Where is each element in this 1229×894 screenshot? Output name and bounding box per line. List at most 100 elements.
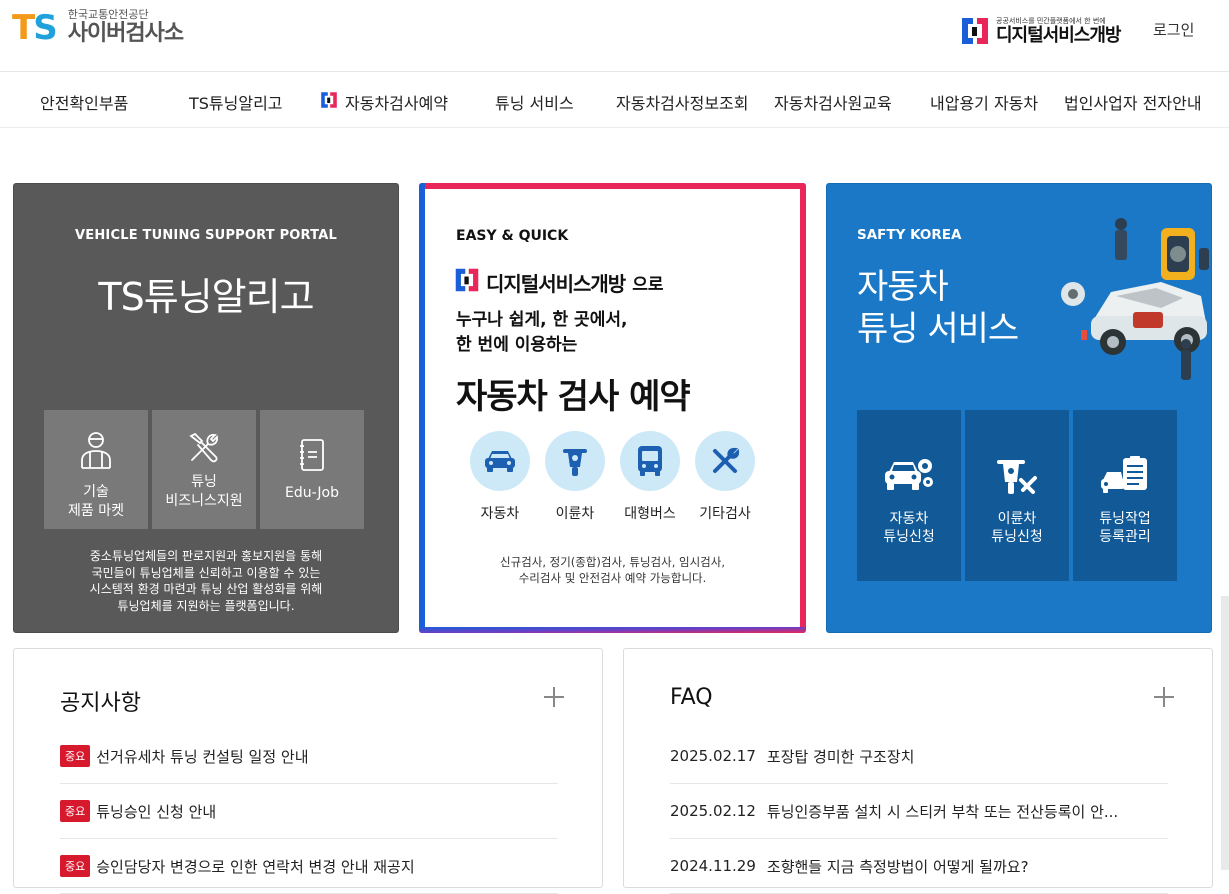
- tile-label-line2: 튜닝신청: [883, 529, 935, 545]
- important-badge: 중요: [60, 800, 91, 822]
- digital-service-bracket-icon: [960, 16, 990, 46]
- service-bus[interactable]: 대형버스: [619, 431, 681, 523]
- car-icon: [470, 431, 530, 491]
- nav-item-safety-parts[interactable]: 안전확인부품: [40, 90, 128, 114]
- logo-letter-t: T: [12, 7, 35, 48]
- card-tagline-1: 누구나 쉽게, 한 곳에서,: [456, 310, 628, 330]
- card-description: 중소튜닝업체들의 판로지원과 홍보지원을 통해 국민들이 튜닝업체를 신뢰하고 …: [14, 548, 398, 614]
- tile-car-tuning-apply[interactable]: 자동차 튜닝신청: [857, 410, 961, 581]
- notice-row[interactable]: 중요 튜닝승인 신청 안내: [60, 784, 558, 839]
- nav-label: 안전확인부품: [40, 94, 129, 113]
- ts-tuning-card[interactable]: VEHICLE TUNING SUPPORT PORTAL TS튜닝알리고 기술…: [13, 183, 399, 633]
- important-badge: 중요: [60, 745, 91, 767]
- nav-label: TS튜닝알리고: [189, 94, 283, 113]
- nav-item-inspection-info[interactable]: 자동차검사정보조회: [616, 90, 748, 114]
- faq-date: 2024.11.29: [670, 857, 756, 875]
- nav-item-pressure-vessel[interactable]: 내압용기 자동차: [930, 90, 1038, 114]
- notice-row[interactable]: 중요 선거유세차 튜닝 컨설팅 일정 안내: [60, 729, 558, 784]
- faq-row[interactable]: 2025.02.12 튜닝인증부품 설치 시 스티커 부착 또는 전산등록이 안…: [670, 784, 1168, 839]
- card-title-line1: 자동차: [857, 267, 949, 307]
- tile-label-line2: 등록관리: [1099, 529, 1151, 545]
- service-label: 자동차: [480, 506, 520, 522]
- notice-row[interactable]: 중요 승인담당자 변경으로 인한 연락처 변경 안내 재공지: [60, 839, 558, 894]
- tile-label-line1: 튜닝작업: [1099, 511, 1151, 527]
- card-title: 자동차 검사 예약: [456, 377, 691, 417]
- card-title-line2: 튜닝 서비스: [857, 309, 1019, 349]
- card-desc-line: 튜닝업체를 지원하는 플랫폼입니다.: [117, 598, 295, 613]
- nav-item-tuning-service[interactable]: 튜닝 서비스: [495, 90, 574, 114]
- tile-label-line1: 튜닝: [191, 474, 217, 490]
- notice-more-plus-icon[interactable]: [544, 687, 564, 707]
- faq-board: FAQ 2025.02.17 포장탑 경미한 구조장치 2025.02.12 튜…: [623, 648, 1213, 894]
- logo-title: 사이버검사소: [67, 21, 184, 46]
- nav-label: 튜닝 서비스: [495, 94, 574, 113]
- digital-service-text: 공공서비스를 민간플랫폼에서 한 번에 디지털서비스개방: [996, 17, 1121, 46]
- digital-service-open-logo[interactable]: 공공서비스를 민간플랫폼에서 한 번에 디지털서비스개방: [960, 16, 1121, 46]
- logo-subtitle: 한국교통안전공단: [67, 8, 149, 21]
- tile-tuning-business[interactable]: 튜닝비즈니스지원: [152, 410, 256, 529]
- important-badge: 중요: [60, 855, 91, 877]
- car-gear-icon: [857, 456, 961, 496]
- card-tagline-2: 한 번에 이용하는: [456, 335, 578, 355]
- tile-label-line1: 기술: [83, 484, 109, 500]
- service-car[interactable]: 자동차: [469, 431, 531, 523]
- car-repair-illustration: [1061, 218, 1209, 380]
- car-checklist-icon: [1073, 456, 1177, 498]
- faq-text: 조향핸들 지금 측정방법이 어떻게 될까요?: [766, 857, 1029, 876]
- card-title: TS튜닝알리고: [98, 275, 314, 319]
- tuning-service-card[interactable]: SAFTY KOREA 자동차 튜닝 서비스 자동차 튜닝신청 이륜차 튜닝신청…: [826, 183, 1212, 633]
- login-link[interactable]: 로그인: [1153, 19, 1194, 40]
- nav-item-ts-tuning[interactable]: TS튜닝알리고: [189, 90, 283, 114]
- tile-label-line2: 제품 마켓: [68, 503, 124, 519]
- page-scrollbar[interactable]: [1221, 596, 1229, 870]
- main-nav: 안전확인부품 TS튜닝알리고 자동차검사예약 튜닝 서비스 자동차검사정보조회 …: [0, 72, 1229, 128]
- notice-text: 튜닝승인 신청 안내: [96, 802, 217, 821]
- service-motorcycle[interactable]: 이륜차: [544, 431, 606, 523]
- notice-text: 선거유세차 튜닝 컨설팅 일정 안내: [96, 747, 309, 766]
- faq-date: 2025.02.12: [670, 802, 756, 820]
- notebook-icon: [260, 438, 364, 472]
- tile-tech-market[interactable]: 기술제품 마켓: [44, 410, 148, 529]
- nav-item-corporate-notice[interactable]: 법인사업자 전자안내: [1064, 90, 1202, 114]
- digital-service-brand: 디지털서비스개방 으로: [454, 267, 663, 297]
- nav-item-inspection-reservation[interactable]: 자동차검사예약: [320, 90, 448, 114]
- card-desc-line: 중소튜닝업체들의 판로지원과 홍보지원을 통해: [89, 549, 323, 563]
- nav-label: 자동차검사정보조회: [616, 94, 749, 113]
- site-logo[interactable]: TS 한국교통안전공단 사이버검사소: [12, 7, 184, 48]
- tile-tuning-work-register[interactable]: 튜닝작업등록관리: [1073, 410, 1177, 581]
- card-description: 신규검사, 정기(종합)검사, 튜닝검사, 임시검사, 수리검사 및 안전검사 …: [419, 555, 806, 586]
- faq-title: FAQ: [670, 685, 713, 710]
- worker-icon: [44, 430, 148, 470]
- tile-label: 이륜차튜닝신청: [965, 510, 1069, 546]
- nav-item-inspector-education[interactable]: 자동차검사원교육: [774, 90, 892, 114]
- faq-text: 포장탑 경미한 구조장치: [766, 747, 915, 766]
- tile-motorcycle-tuning-apply[interactable]: 이륜차튜닝신청: [965, 410, 1069, 581]
- tile-edu-job[interactable]: Edu-Job: [260, 410, 364, 529]
- logo-text: 한국교통안전공단 사이버검사소: [67, 8, 184, 47]
- brand-suffix: 으로: [632, 274, 664, 295]
- faq-date: 2025.02.17: [670, 747, 756, 765]
- card-desc-line: 수리검사 및 안전검사 예약 가능합니다.: [518, 570, 707, 585]
- faq-row[interactable]: 2025.02.17 포장탑 경미한 구조장치: [670, 729, 1168, 784]
- faq-more-plus-icon[interactable]: [1154, 687, 1174, 707]
- service-label: 대형버스: [624, 506, 676, 522]
- motorcycle-tool-icon: [965, 456, 1069, 500]
- tile-label-line2: 비즈니스지원: [165, 493, 243, 509]
- tile-label-line1: 이륜차: [997, 511, 1037, 527]
- service-label: 기타검사: [699, 506, 751, 522]
- faq-text: 튜닝인증부품 설치 시 스티커 부착 또는 전산등록이 안...: [766, 802, 1119, 821]
- card-eyebrow: VEHICLE TUNING SUPPORT PORTAL: [75, 228, 337, 243]
- nav-label: 자동차검사예약: [345, 94, 449, 113]
- service-other[interactable]: 기타검사: [694, 431, 756, 523]
- tile-label: 자동차 튜닝신청: [857, 510, 961, 546]
- service-label: 이륜차: [555, 506, 595, 522]
- digital-service-bracket-icon: [320, 91, 338, 113]
- tools-icon: [695, 431, 755, 491]
- card-eyebrow: EASY & QUICK: [456, 228, 569, 244]
- inspection-reservation-card[interactable]: EASY & QUICK 디지털서비스개방 으로 누구나 쉽게, 한 곳에서, …: [419, 183, 806, 633]
- notice-title: 공지사항: [60, 691, 141, 716]
- nav-label: 자동차검사원교육: [774, 94, 892, 113]
- faq-row[interactable]: 2024.11.29 조향핸들 지금 측정방법이 어떻게 될까요?: [670, 839, 1168, 894]
- tile-label-line2: 튜닝신청: [991, 529, 1043, 545]
- tile-label: Edu-Job: [284, 485, 340, 501]
